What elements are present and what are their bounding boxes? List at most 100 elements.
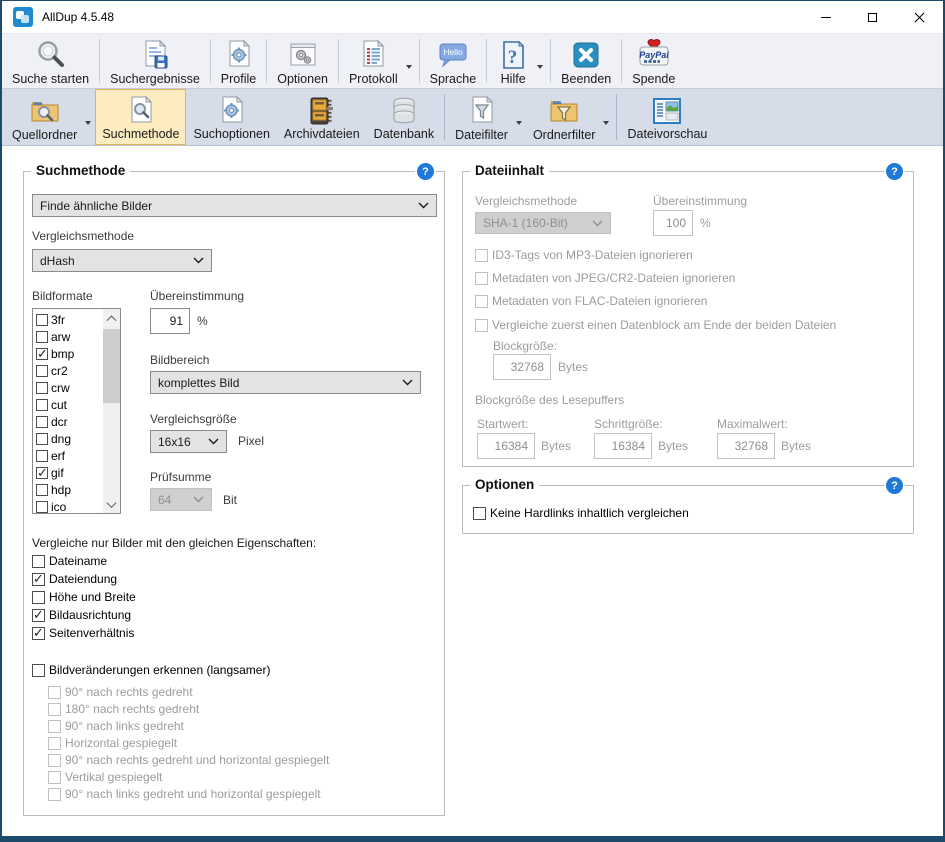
- start-search-button[interactable]: Suche starten: [5, 34, 96, 89]
- checkbox-unchecked-icon[interactable]: [36, 501, 48, 513]
- archive-files-tab[interactable]: Archivdateien: [277, 89, 367, 145]
- help-icon[interactable]: ?: [886, 163, 903, 180]
- format-list-item[interactable]: cut: [36, 396, 103, 413]
- hardlinks-checkbox-row[interactable]: Keine Hardlinks inhaltlich vergleichen: [473, 506, 689, 520]
- checkbox-unchecked-icon[interactable]: [36, 484, 48, 496]
- checkbox-checked-icon[interactable]: [36, 467, 48, 479]
- format-list-item[interactable]: dcr: [36, 413, 103, 430]
- listbox-scrollbar[interactable]: [103, 309, 120, 513]
- checksum-select: 64: [150, 488, 212, 511]
- match-input[interactable]: [150, 308, 190, 334]
- search-results-button[interactable]: Suchergebnisse: [103, 34, 207, 89]
- search-options-icon: [216, 93, 248, 128]
- log-button[interactable]: Protokoll: [342, 34, 405, 89]
- profile-button[interactable]: Profile: [214, 34, 263, 89]
- maximize-button[interactable]: [849, 1, 896, 33]
- transform-option-row: 90° nach links gedreht: [48, 719, 184, 733]
- checkbox-unchecked-icon: [475, 295, 488, 308]
- search-options-tab[interactable]: Suchoptionen: [186, 89, 276, 145]
- checkbox-checked-icon[interactable]: [32, 627, 45, 640]
- format-list-item[interactable]: 3fr: [36, 311, 103, 328]
- checkbox-unchecked-icon[interactable]: [36, 314, 48, 326]
- alldup-logo-icon: [13, 7, 33, 27]
- checkbox-unchecked-icon[interactable]: [36, 331, 48, 343]
- property-checkbox-row[interactable]: Seitenverhältnis: [32, 626, 134, 640]
- format-list-item[interactable]: hdp: [36, 481, 103, 498]
- search-method-tab[interactable]: Suchmethode: [95, 89, 186, 145]
- source-folders-button[interactable]: Quellordner: [5, 90, 84, 145]
- checkbox-unchecked-icon[interactable]: [32, 555, 45, 568]
- format-list-item[interactable]: ico: [36, 498, 103, 514]
- help-icon[interactable]: ?: [886, 477, 903, 494]
- format-list-item[interactable]: erf: [36, 447, 103, 464]
- format-label: bmp: [51, 347, 74, 361]
- checkbox-unchecked-icon[interactable]: [36, 382, 48, 394]
- transform-option-row: 90° nach rechts gedreht und horizontal g…: [48, 753, 329, 767]
- help-button[interactable]: ? Hilfe: [490, 34, 536, 89]
- format-list-item[interactable]: arw: [36, 328, 103, 345]
- property-checkbox-row[interactable]: Bildausrichtung: [32, 608, 131, 622]
- file-filter-tab[interactable]: Dateifilter: [448, 90, 515, 145]
- help-dropdown-arrow-icon[interactable]: [537, 65, 543, 72]
- source-folders-dropdown-arrow-icon[interactable]: [85, 121, 91, 128]
- checkbox-unchecked-icon[interactable]: [36, 433, 48, 445]
- search-method-select[interactable]: Finde ähnliche Bilder: [32, 194, 437, 217]
- image-formats-listbox[interactable]: 3fr arw bmp cr2 crw cut dcr dng erf gif …: [32, 308, 121, 514]
- checkbox-unchecked-icon[interactable]: [36, 399, 48, 411]
- donate-button[interactable]: PayPal Spende: [625, 34, 682, 89]
- file-preview-tab[interactable]: Dateivorschau: [620, 89, 714, 145]
- compare-size-select[interactable]: 16x16: [150, 430, 227, 453]
- checkbox-unchecked-icon[interactable]: [36, 416, 48, 428]
- format-list-item[interactable]: gif: [36, 464, 103, 481]
- fc-method-label: Vergleichsmethode: [475, 194, 577, 208]
- detect-transforms-checkbox-row[interactable]: Bildveränderungen erkennen (langsamer): [32, 663, 270, 677]
- buffer-max-unit: Bytes: [781, 439, 811, 453]
- format-list-item[interactable]: crw: [36, 379, 103, 396]
- checkbox-unchecked-icon: [475, 272, 488, 285]
- checkbox-unchecked-icon[interactable]: [473, 507, 486, 520]
- folder-filter-tab[interactable]: Ordnerfilter: [526, 90, 603, 145]
- checkbox-label: 180° nach rechts gedreht: [65, 702, 199, 716]
- exit-button[interactable]: Beenden: [554, 34, 618, 89]
- toolbar-button-label: Suche starten: [12, 73, 89, 86]
- property-checkbox-row[interactable]: Dateiname: [32, 554, 107, 568]
- scrollbar-track[interactable]: [103, 326, 120, 496]
- scrollbar-thumb[interactable]: [103, 329, 120, 403]
- checkbox-label: Horizontal gespiegelt: [65, 736, 177, 750]
- compare-size-unit: Pixel: [238, 434, 264, 448]
- help-icon[interactable]: ?: [417, 163, 434, 180]
- checkbox-checked-icon[interactable]: [32, 573, 45, 586]
- title-bar: AllDup 4.5.48: [2, 1, 943, 33]
- property-checkbox-row[interactable]: Höhe und Breite: [32, 590, 136, 604]
- image-area-selected-value: komplettes Bild: [158, 376, 239, 390]
- fc-checkbox-row: ID3-Tags von MP3-Dateien ignorieren: [475, 248, 693, 262]
- checkbox-checked-icon[interactable]: [36, 348, 48, 360]
- checkbox-label: 90° nach links gedreht und horizontal ge…: [65, 787, 321, 801]
- checkbox-checked-icon[interactable]: [32, 609, 45, 622]
- checkbox-label: Dateiendung: [49, 572, 117, 586]
- minimize-button[interactable]: [802, 1, 849, 33]
- fc-checkbox-row: Vergleiche zuerst einen Datenblock am En…: [475, 318, 836, 332]
- options-button[interactable]: Optionen: [270, 34, 335, 89]
- scroll-down-icon[interactable]: [103, 496, 120, 513]
- comparison-method-select[interactable]: dHash: [32, 249, 212, 272]
- language-button[interactable]: Hello Sprache: [423, 34, 484, 89]
- search-method-selected-value: Finde ähnliche Bilder: [40, 199, 152, 213]
- image-area-select[interactable]: komplettes Bild: [150, 371, 421, 394]
- checkbox-unchecked-icon[interactable]: [36, 450, 48, 462]
- close-button[interactable]: [896, 1, 943, 33]
- checkbox-unchecked-icon[interactable]: [36, 365, 48, 377]
- checkbox-unchecked-icon[interactable]: [32, 591, 45, 604]
- format-list-item[interactable]: dng: [36, 430, 103, 447]
- scroll-up-icon[interactable]: [103, 309, 120, 326]
- property-checkbox-row[interactable]: Dateiendung: [32, 572, 117, 586]
- fc-match-unit: %: [700, 216, 711, 230]
- log-dropdown-arrow-icon[interactable]: [406, 65, 412, 72]
- fc-match-input: [653, 210, 693, 236]
- checkbox-unchecked-icon[interactable]: [32, 664, 45, 677]
- format-list-item[interactable]: bmp: [36, 345, 103, 362]
- folder-filter-dropdown-arrow-icon[interactable]: [603, 121, 609, 128]
- format-list-item[interactable]: cr2: [36, 362, 103, 379]
- database-tab[interactable]: Datenbank: [367, 89, 441, 145]
- file-filter-dropdown-arrow-icon[interactable]: [516, 121, 522, 128]
